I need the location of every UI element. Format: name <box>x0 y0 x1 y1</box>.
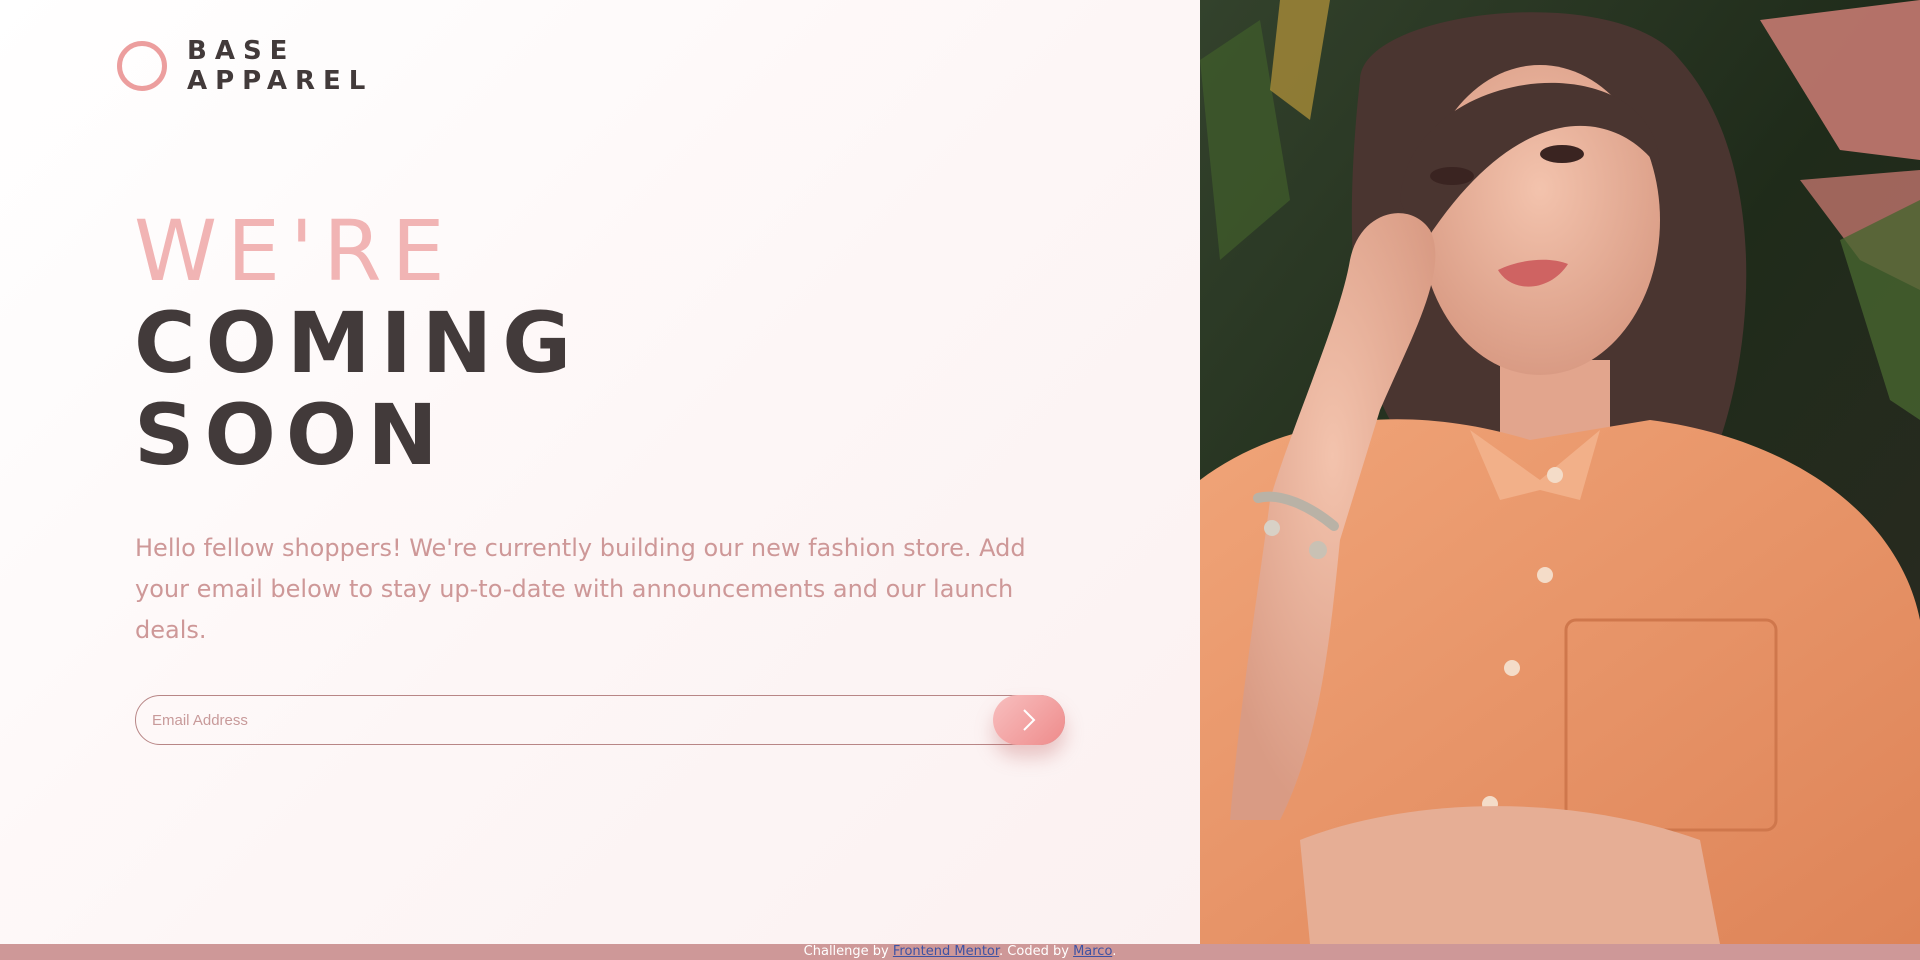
left-panel: BASE APPAREL WE'RE COMING SOON Hello fel… <box>0 0 1200 944</box>
headline-line-3: SOON <box>134 386 448 484</box>
headline-line-2: COMING <box>134 294 582 392</box>
brand-logo[interactable]: BASE APPAREL <box>117 36 373 96</box>
hero-photo <box>1200 0 1920 944</box>
footer-middle: . Coded by <box>999 944 1069 959</box>
headline: WE'RE COMING SOON <box>134 205 581 481</box>
frontend-mentor-link[interactable]: Frontend Mentor <box>893 944 999 959</box>
logo-ring-icon <box>117 41 167 91</box>
hero-image <box>1200 0 1920 944</box>
intro-text: Hello fellow shoppers! We're currently b… <box>135 534 1026 644</box>
footer-suffix: . <box>1112 944 1117 959</box>
brand-line-2: APPAREL <box>187 66 374 96</box>
author-link[interactable]: Marco <box>1073 944 1112 959</box>
chevron-right-icon <box>1023 709 1036 731</box>
submit-button[interactable] <box>993 695 1065 745</box>
subscribe-form <box>135 695 1065 745</box>
email-input[interactable] <box>135 695 1065 745</box>
footer-prefix: Challenge by <box>803 944 889 959</box>
headline-light: WE'RE <box>134 202 455 300</box>
brand-line-1: BASE <box>187 36 296 66</box>
attribution-footer: Challenge by Frontend Mentor. Coded by M… <box>0 944 1920 960</box>
brand-name: BASE APPAREL <box>187 36 373 96</box>
